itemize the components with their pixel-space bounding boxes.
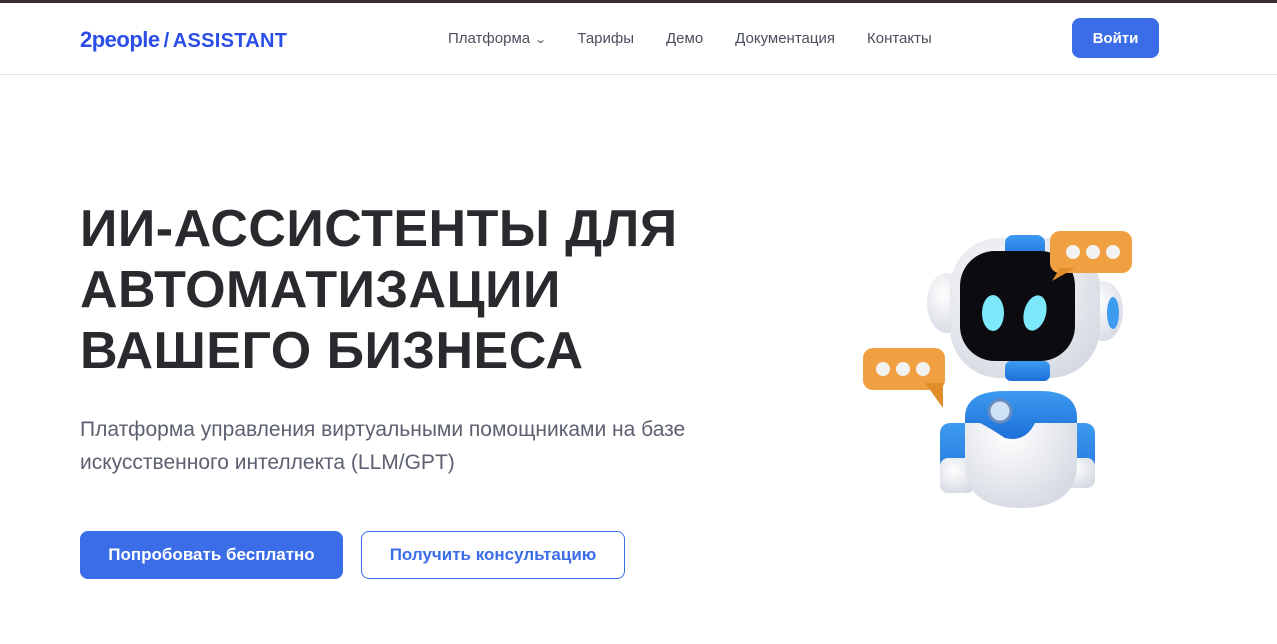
hero-title-line: АВТОМАТИЗАЦИИ [80, 261, 561, 319]
logo-product: ASSISTANT [172, 30, 288, 52]
robot-illustration [863, 231, 1132, 508]
chevron-down-icon: ⌄ [534, 34, 548, 46]
robot-body [940, 391, 1095, 508]
main-nav: Платформа ⌄ Тарифы Демо Документация Конт… [448, 30, 932, 47]
logo[interactable]: 2people / ASSISTANT [80, 27, 287, 53]
site-header: 2people / ASSISTANT Платформа ⌄ Тарифы Демо… [0, 3, 1277, 75]
logo-brand: 2people [80, 27, 160, 52]
hero-title: ИИ-АССИСТЕНТЫ ДЛЯ АВТОМАТИЗАЦИИ ВАШЕГО Б… [80, 199, 780, 382]
login-button[interactable]: Войти [1072, 18, 1159, 58]
try-free-button[interactable]: Попробовать бесплатно [80, 531, 343, 579]
logo-separator: / [163, 30, 170, 52]
hero-subtitle-line: Платформа управления виртуальными помощн… [80, 418, 686, 441]
hero-title-line: ВАШЕГО БИЗНЕСА [80, 322, 584, 380]
hero-subtitle: Платформа управления виртуальными помощн… [80, 413, 760, 479]
nav-demo[interactable]: Демо [666, 30, 703, 47]
hero-subtitle-line: искусственного интеллекта (LLM/GPT) [80, 451, 455, 474]
nav-platform-label: Платформа [448, 30, 531, 47]
get-consultation-button[interactable]: Получить консультацию [361, 531, 625, 579]
speech-bubble-left-icon [863, 348, 945, 408]
nav-platform[interactable]: Платформа ⌄ [448, 30, 548, 47]
nav-contacts[interactable]: Контакты [867, 30, 932, 47]
nav-docs[interactable]: Документация [735, 30, 835, 47]
nav-pricing[interactable]: Тарифы [577, 30, 634, 47]
hero-title-line: ИИ-АССИСТЕНТЫ ДЛЯ [80, 200, 678, 258]
